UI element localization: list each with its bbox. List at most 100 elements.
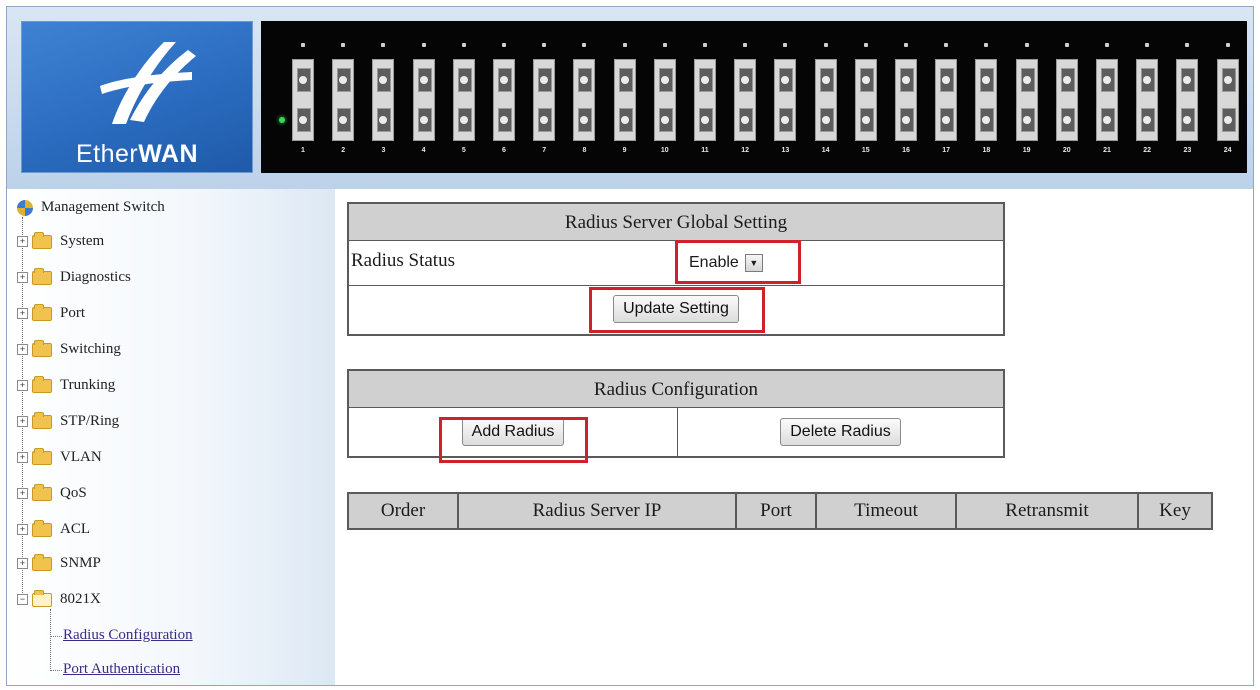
expand-icon[interactable]: +: [17, 380, 28, 391]
port-hole-icon: [379, 76, 388, 84]
port-cage: [774, 59, 797, 141]
port-cage: [935, 59, 958, 141]
port-number: 24: [1223, 147, 1232, 154]
expand-icon[interactable]: +: [17, 272, 28, 283]
port-cage: [895, 59, 917, 141]
folder-icon: [32, 231, 52, 249]
port-hole-icon: [741, 116, 750, 124]
sidebar-item-label: STP/Ring: [60, 413, 120, 429]
folder-icon: [32, 519, 52, 537]
sidebar-item-stp-ring[interactable]: + STP/Ring: [17, 411, 120, 430]
sidebar-item-trunking[interactable]: + Trunking: [17, 375, 115, 394]
sidebar-item-label: Port: [60, 305, 86, 321]
sidebar-item-system[interactable]: + System: [17, 231, 105, 250]
table-header-row: Order Radius Server IP Port Timeout Retr…: [347, 492, 1213, 530]
port-led-icon: [542, 43, 547, 47]
port-cage: [533, 59, 556, 141]
expand-icon[interactable]: +: [17, 452, 28, 463]
port-hole-icon: [701, 76, 709, 84]
port-cage: [854, 59, 877, 141]
expand-icon[interactable]: +: [17, 488, 28, 499]
delete-radius-button[interactable]: Delete Radius: [780, 418, 901, 446]
sidebar-item-switching[interactable]: + Switching: [17, 339, 121, 358]
port-led-icon: [662, 43, 667, 47]
port-number: 6: [502, 147, 506, 154]
tree-connector: [50, 670, 62, 671]
sidebar-item-label: SNMP: [60, 555, 101, 571]
column-header-server-ip: Radius Server IP: [457, 492, 737, 530]
port-cage: [573, 59, 596, 141]
port-led-icon: [301, 43, 305, 47]
folder-icon: [32, 339, 52, 357]
switch-port-icon: 12: [733, 43, 757, 154]
port-cage: [653, 59, 676, 141]
sidebar-item-qos[interactable]: + QoS: [17, 483, 87, 502]
port-led-icon: [421, 43, 426, 47]
switch-port-icon: 7: [532, 43, 556, 154]
power-led-icon: [279, 117, 285, 123]
sidebar-item-snmp[interactable]: + SNMP: [17, 553, 101, 572]
tree-connector: [50, 609, 51, 669]
switch-port-icon: 6: [492, 43, 516, 154]
switch-port-icon: 20: [1055, 43, 1079, 154]
port-cage: [1136, 59, 1159, 141]
sidebar-item-port[interactable]: + Port: [17, 303, 86, 322]
port-led-icon: [502, 43, 506, 47]
port-hole-icon: [540, 116, 549, 124]
port-hole-icon: [500, 116, 508, 124]
sidebar-item-label: System: [60, 233, 105, 249]
sidebar-tree: Management Switch + System + Diagnostics…: [7, 189, 335, 685]
port-hole-icon: [660, 116, 669, 124]
port-number: 23: [1183, 147, 1192, 154]
column-header-key: Key: [1137, 492, 1213, 530]
global-setting-title: Radius Server Global Setting: [349, 204, 1003, 241]
switch-front-panel: 1 2 3 4 5 6 7 8 9 10 11 12 13 14 15 16 17 18 19 20 21 22 23 24: [261, 21, 1247, 173]
port-cage: [694, 59, 716, 141]
port-led-icon: [1024, 43, 1029, 47]
port-cage: [1015, 59, 1038, 141]
tree-root[interactable]: Management Switch: [17, 199, 165, 216]
sidebar-item-label: ACL: [60, 521, 90, 537]
port-led-icon: [341, 43, 346, 47]
sidebar-link-radius-configuration[interactable]: Radius Configuration: [63, 627, 193, 644]
sidebar-item-acl[interactable]: + ACL: [17, 519, 90, 538]
sidebar-item-8021x[interactable]: − 8021X: [17, 589, 101, 608]
sidebar-item-diagnostics[interactable]: + Diagnostics: [17, 267, 131, 286]
delete-radius-cell: Delete Radius: [678, 408, 1003, 456]
sidebar-item-vlan[interactable]: + VLAN: [17, 447, 102, 466]
port-hole-icon: [1183, 76, 1192, 84]
port-number: 11: [701, 147, 709, 154]
expand-icon[interactable]: +: [17, 558, 28, 569]
switch-port-icon: 1: [291, 43, 315, 154]
port-number: 15: [861, 147, 870, 154]
expand-icon[interactable]: +: [17, 308, 28, 319]
port-cage: [975, 59, 998, 141]
port-number: 19: [1022, 147, 1031, 154]
expand-icon[interactable]: +: [17, 416, 28, 427]
port-number: 1: [301, 147, 305, 154]
switch-port-icon: 19: [1015, 43, 1039, 154]
port-cage: [452, 59, 475, 141]
port-hole-icon: [741, 76, 750, 84]
port-number: 18: [982, 147, 991, 154]
app-window: EtherWAN 1 2 3 4 5 6 7 8 9 10 11 12 13 14 15 16 17 18 19 20…: [6, 6, 1254, 686]
port-hole-icon: [419, 76, 428, 84]
port-led-icon: [381, 43, 386, 47]
switch-port-icon: 11: [693, 43, 717, 154]
column-header-order: Order: [347, 492, 459, 530]
expand-icon[interactable]: +: [17, 524, 28, 535]
port-hole-icon: [1223, 76, 1232, 84]
port-number: 20: [1062, 147, 1071, 154]
collapse-icon[interactable]: −: [17, 594, 28, 605]
expand-icon[interactable]: +: [17, 236, 28, 247]
port-hole-icon: [299, 116, 307, 124]
port-number: 2: [341, 147, 346, 154]
sidebar-item-label: Switching: [60, 341, 121, 357]
radius-status-label: Radius Status: [351, 250, 455, 271]
sidebar-link-port-authentication[interactable]: Port Authentication: [63, 661, 180, 678]
folder-open-icon: [32, 589, 52, 607]
switch-port-icon: 17: [934, 43, 958, 154]
port-cage: [1096, 59, 1118, 141]
port-number: 17: [942, 147, 951, 154]
expand-icon[interactable]: +: [17, 344, 28, 355]
